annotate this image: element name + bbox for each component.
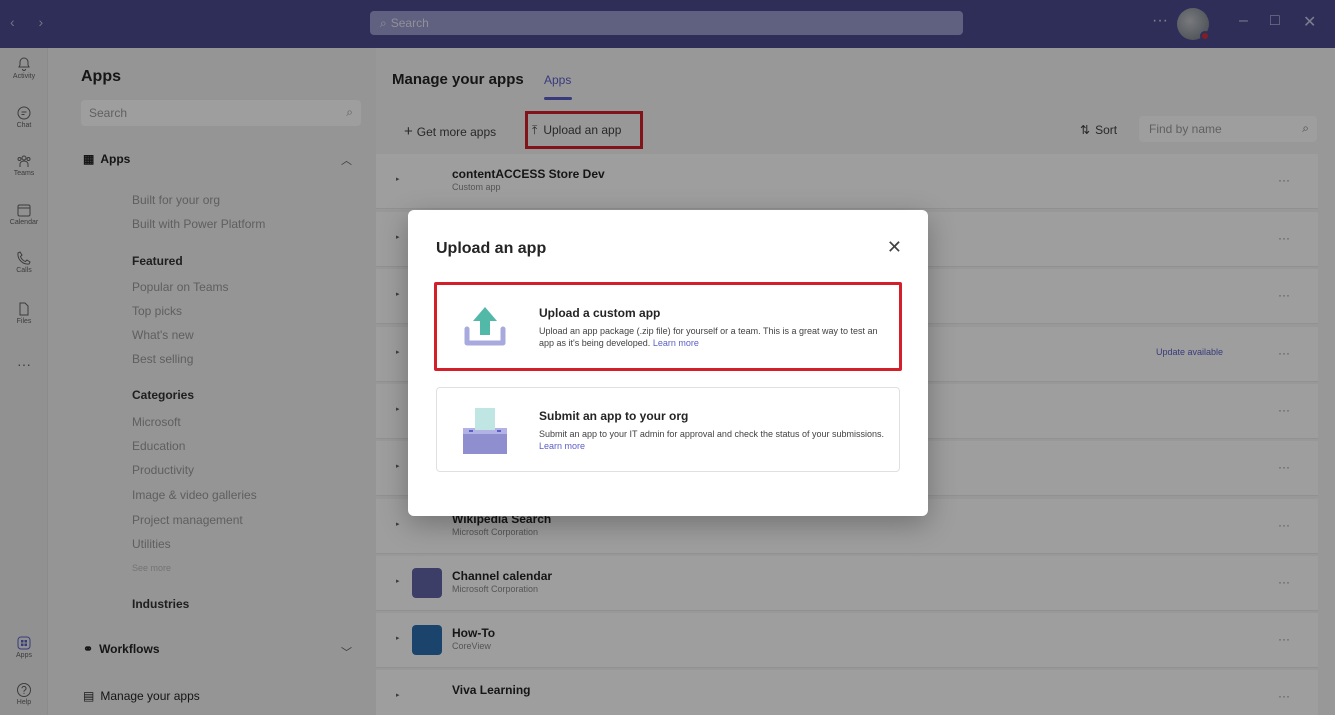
submit-app-icon [463,408,507,454]
submit-app-desc-text: Submit an app to your IT admin for appro… [539,429,885,439]
upload-app-dialog: Upload an app ✕ Upload a custom app Uplo… [408,210,928,516]
upload-card-highlight [434,282,902,371]
submit-app-title: Submit an app to your org [539,409,689,423]
submit-app-desc: Submit an app to your IT admin for appro… [539,428,887,452]
close-icon[interactable]: ✕ [887,237,902,258]
learn-more-link[interactable]: Learn more [539,441,585,451]
submit-app-card[interactable]: Submit an app to your org Submit an app … [436,387,900,472]
dialog-title: Upload an app [436,240,547,257]
